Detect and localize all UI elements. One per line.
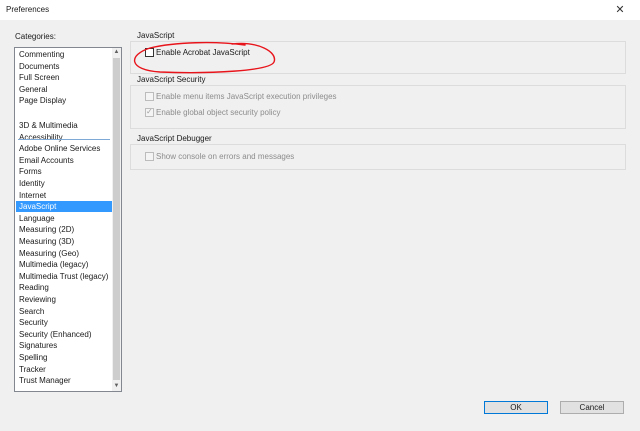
category-item[interactable]: Measuring (3D) [16,236,112,247]
category-item[interactable]: General [16,84,112,95]
list-separator [18,139,110,140]
category-item[interactable]: Reading [16,282,112,293]
category-item[interactable]: Security (Enhanced) [16,329,112,340]
scroll-thumb[interactable] [113,58,120,380]
scroll-up-icon[interactable]: ▲ [112,48,121,57]
menu-items-privileges-label[interactable]: Enable menu items JavaScript execution p… [156,92,337,101]
category-item[interactable]: Commenting [16,49,112,60]
category-item[interactable]: Signatures [16,340,112,351]
category-item[interactable]: Page Display [16,95,112,106]
show-console-checkbox[interactable] [145,152,154,161]
enable-javascript-checkbox[interactable] [145,48,154,57]
list-scrollbar[interactable]: ▲ ▼ [112,48,121,391]
category-item[interactable]: Multimedia Trust (legacy) [16,271,112,282]
category-item[interactable]: JavaScript [16,201,112,213]
category-item[interactable]: Forms [16,166,112,177]
categories-listbox[interactable]: Commenting Documents Full Screen General Pag… [14,47,122,392]
security-group-title: JavaScript Security [137,75,206,84]
categories-label: Categories: [15,32,56,41]
menu-items-privileges-checkbox[interactable] [145,92,154,101]
enable-javascript-label[interactable]: Enable Acrobat JavaScript [156,48,250,57]
category-item[interactable]: 3D & Multimedia [16,120,112,131]
category-item[interactable]: Adobe Online Services [16,143,112,154]
javascript-group-title: JavaScript [137,31,175,40]
debugger-group-title: JavaScript Debugger [137,134,212,143]
category-item[interactable]: Tracker [16,364,112,375]
window-title: Preferences [6,5,50,14]
category-item[interactable]: Multimedia (legacy) [16,259,112,270]
category-item[interactable]: Email Accounts [16,155,112,166]
global-security-policy-label[interactable]: Enable global object security policy [156,108,281,117]
category-item[interactable]: Identity [16,178,112,189]
category-item[interactable]: Trust Manager [16,375,112,386]
scroll-down-icon[interactable]: ▼ [112,382,121,391]
category-item[interactable]: Internet [16,190,112,201]
category-item[interactable]: Measuring (2D) [16,224,112,235]
category-item[interactable]: Reviewing [16,294,112,305]
category-item[interactable]: Security [16,317,112,328]
cancel-button[interactable]: Cancel [560,401,624,414]
close-icon[interactable]: ✕ [606,1,634,20]
category-item[interactable]: Search [16,306,112,317]
category-item[interactable]: Measuring (Geo) [16,248,112,259]
ok-button[interactable]: OK [484,401,548,414]
category-item[interactable]: Language [16,213,112,224]
show-console-label[interactable]: Show console on errors and messages [156,152,294,161]
category-item[interactable]: Documents [16,61,112,72]
category-item[interactable]: Accessibility [16,132,112,143]
javascript-group [130,41,626,74]
category-item[interactable]: Spelling [16,352,112,363]
category-item[interactable]: Full Screen [16,72,112,83]
title-bar: Preferences ✕ [0,0,640,21]
global-security-policy-checkbox[interactable] [145,107,154,117]
dialog-body: Categories: Commenting Documents Full Scre… [0,21,640,431]
